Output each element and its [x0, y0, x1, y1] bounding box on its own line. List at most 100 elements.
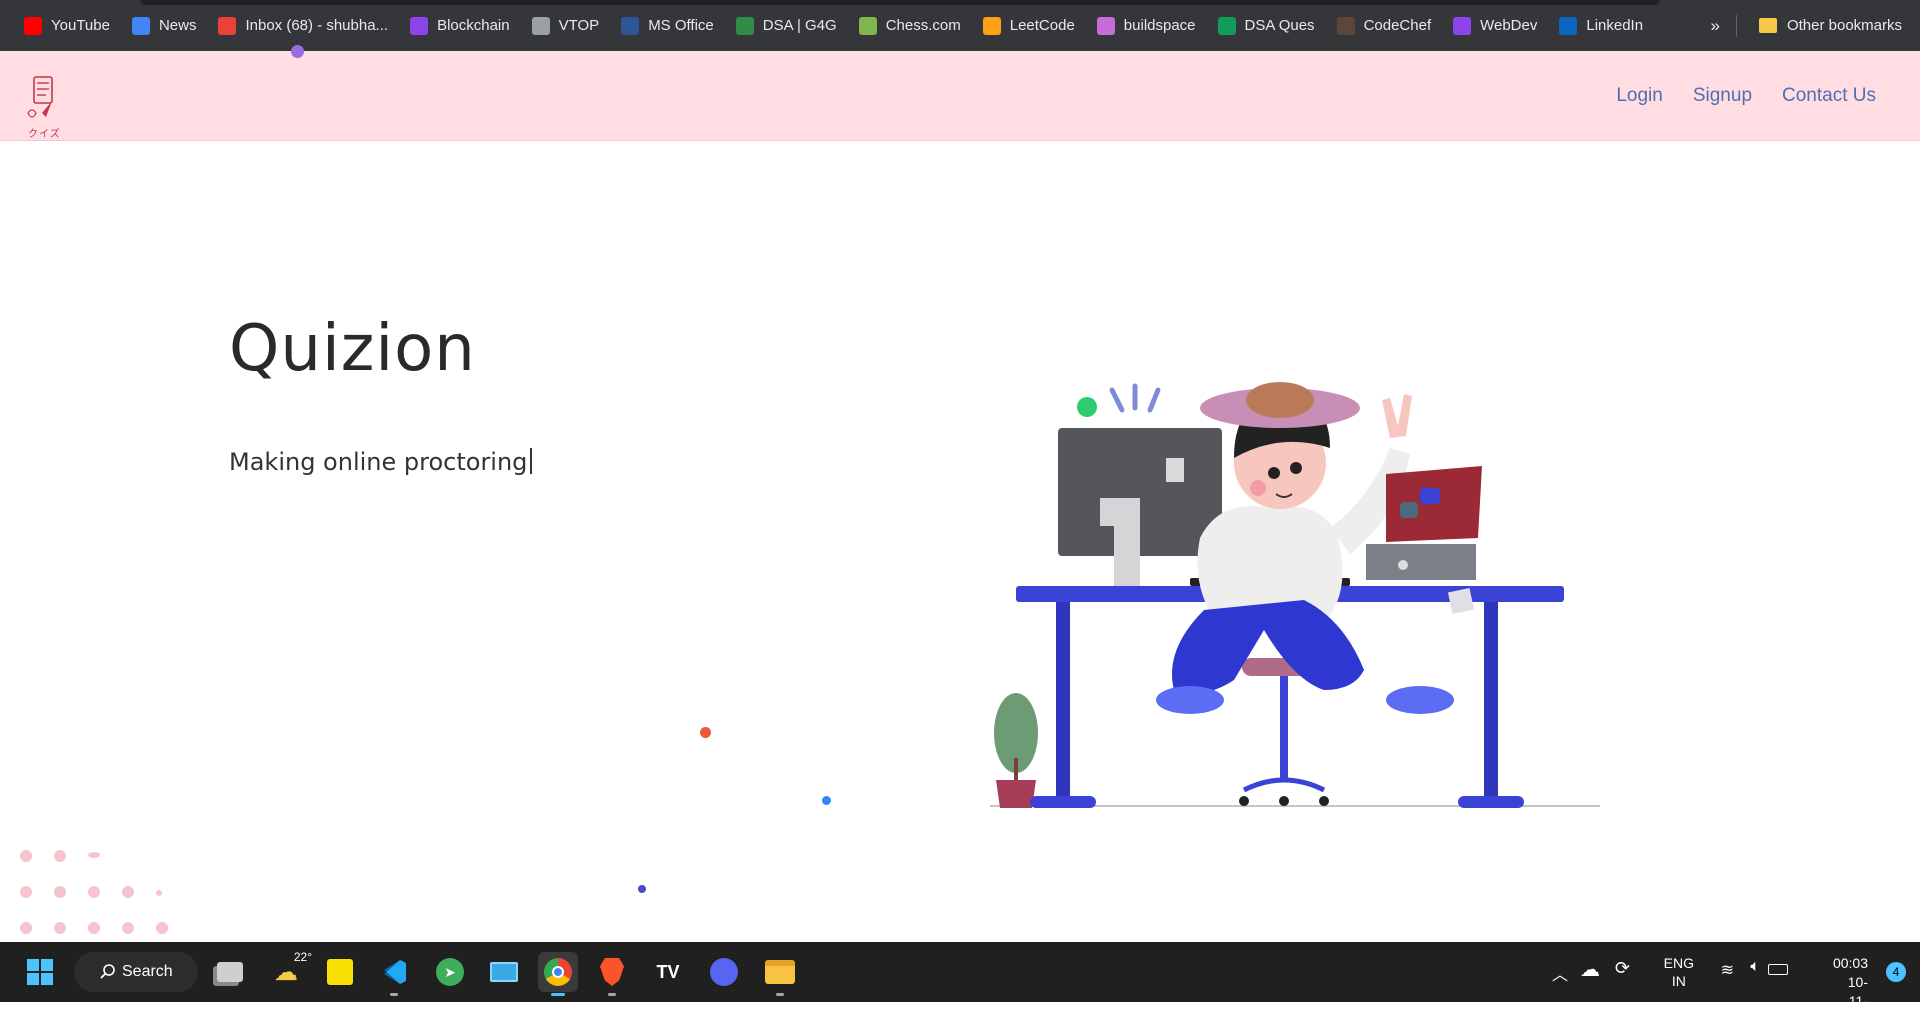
- bookmark-label: CodeChef: [1363, 17, 1432, 34]
- bookmark-vtop[interactable]: VTOP: [524, 9, 608, 43]
- wifi-icon[interactable]: ≋: [1721, 960, 1734, 980]
- monitor-icon: [490, 962, 518, 982]
- notification-badge[interactable]: 4: [1886, 962, 1906, 982]
- language-code: ENG: [1663, 955, 1694, 971]
- tradingview-app[interactable]: TV: [648, 952, 688, 992]
- region-code: IN: [1671, 973, 1686, 989]
- decor-dot-indigo: [638, 885, 646, 893]
- battery-icon[interactable]: [1768, 964, 1788, 975]
- bookmark-label: DSA | G4G: [762, 17, 837, 34]
- bookmark-chess-com[interactable]: Chess.com: [851, 9, 969, 43]
- bookmark-label: Blockchain: [437, 17, 510, 34]
- bookmark-label: Chess.com: [885, 17, 961, 34]
- bookmark-blockchain[interactable]: Blockchain: [402, 9, 518, 43]
- search-label: Search: [122, 963, 173, 980]
- divider: [1735, 14, 1737, 37]
- chevron-up-icon[interactable]: ︿: [1552, 961, 1568, 985]
- bookmark-youtube[interactable]: YouTube: [16, 9, 118, 43]
- bookmark-label: LinkedIn: [1586, 17, 1644, 34]
- sheets-icon: [1217, 16, 1236, 35]
- linkedin-icon: [1559, 16, 1578, 35]
- folder-icon: [1758, 18, 1777, 33]
- folder-icon: [765, 960, 795, 984]
- webdev-icon: [1453, 16, 1472, 35]
- decor-dot-orange: [700, 727, 711, 738]
- bookmark-codechef[interactable]: CodeChef: [1329, 9, 1440, 43]
- discord-app[interactable]: [704, 952, 744, 992]
- codechef-icon: [1336, 16, 1355, 35]
- onedrive-cloud-icon[interactable]: ☁: [1580, 957, 1600, 982]
- start-button[interactable]: [20, 952, 60, 992]
- clock[interactable]: 00:03 10-11-2022: [1833, 954, 1868, 1030]
- chess-icon: [858, 16, 877, 35]
- taskbar-search[interactable]: Search: [74, 952, 198, 992]
- bookmark-buildspace[interactable]: buildspace: [1089, 9, 1204, 43]
- bookmark-label: MS Office: [648, 17, 714, 34]
- google-news-icon: [131, 16, 150, 35]
- bookmark-label: WebDev: [1480, 17, 1538, 34]
- word-icon: [621, 16, 640, 35]
- sticky-notes-icon: [327, 959, 353, 985]
- gmail-icon: [218, 16, 237, 35]
- tradingview-icon: TV: [656, 961, 680, 982]
- typed-text: Making online proctoring: [229, 448, 528, 476]
- bookmark-label: DSA Ques: [1244, 17, 1315, 34]
- bookmark-dsa-ques[interactable]: DSA Ques: [1210, 9, 1323, 43]
- windows-taskbar: Search ☁ 22° ➤ TV ︿ ☁ ⟳ ENG IN ≋ 🔈︎ 00:0…: [0, 942, 1920, 1028]
- windows-logo-icon: [27, 959, 53, 985]
- bookmark-label: News: [158, 17, 197, 34]
- hero-illustration: [990, 382, 1600, 808]
- search-icon: [100, 964, 115, 979]
- clock-time: 00:03: [1832, 955, 1868, 971]
- bookmark-linkedin[interactable]: LinkedIn: [1551, 9, 1651, 43]
- volume-icon[interactable]: 🔈︎: [1750, 958, 1760, 976]
- bookmark-inbox-68-shubha[interactable]: Inbox (68) - shubha...: [210, 9, 396, 43]
- signup-link[interactable]: Signup: [1693, 85, 1752, 107]
- bookmark-label: VTOP: [558, 17, 600, 34]
- brave-lion-icon: [600, 958, 624, 986]
- leetcode-icon: [982, 16, 1001, 35]
- brave-app[interactable]: [592, 952, 632, 996]
- vscode-icon: [382, 960, 406, 984]
- bookmarks-bar: YouTube News Inbox (68) - shubha... Blockch…: [0, 0, 1920, 51]
- chrome-icon: [544, 958, 572, 986]
- other-bookmarks-button[interactable]: Other bookmarks: [1751, 9, 1910, 43]
- sync-icon[interactable]: ⟳: [1615, 958, 1630, 979]
- weather-widget[interactable]: ☁ 22°: [266, 950, 312, 992]
- bookmark-dsa-g4g[interactable]: DSA | G4G: [728, 9, 845, 43]
- file-explorer-app[interactable]: [760, 952, 800, 996]
- site-navbar: クイズ Login Signup Contact Us: [0, 51, 1920, 141]
- bookmark-label: buildspace: [1123, 17, 1196, 34]
- login-link[interactable]: Login: [1616, 85, 1663, 107]
- telegram-app[interactable]: ➤: [430, 952, 470, 992]
- contact-us-link[interactable]: Contact Us: [1782, 85, 1876, 107]
- chevron-double-right-icon[interactable]: »: [1710, 16, 1719, 36]
- hero-subtitle: Making online proctoring: [229, 448, 533, 476]
- tab-strip-edge: [140, 0, 1660, 5]
- logo-text: クイズ: [28, 129, 61, 140]
- decor-dot-purple: [291, 45, 304, 58]
- bookmarks-overflow: » Other bookmarks: [1710, 0, 1920, 51]
- other-bookmarks-label: Other bookmarks: [1786, 17, 1902, 34]
- task-view-button[interactable]: [210, 952, 250, 992]
- send-icon: ➤: [436, 958, 464, 986]
- chrome-app[interactable]: [538, 952, 578, 996]
- vscode-app[interactable]: [374, 952, 414, 996]
- youtube-icon: [24, 16, 42, 35]
- weather-temp: 22°: [293, 950, 312, 964]
- task-view-icon: [217, 962, 243, 982]
- bookmark-label: LeetCode: [1009, 17, 1075, 34]
- remote-desktop-app[interactable]: [484, 952, 524, 992]
- discord-icon: [710, 958, 738, 986]
- sticky-notes-app[interactable]: [320, 952, 360, 992]
- bookmark-leetcode[interactable]: LeetCode: [975, 9, 1083, 43]
- bookmark-ms-office[interactable]: MS Office: [613, 9, 722, 43]
- language-indicator[interactable]: ENG IN: [1664, 954, 1694, 990]
- bookmark-webdev[interactable]: WebDev: [1445, 9, 1545, 43]
- blockchain-icon: [410, 16, 429, 35]
- nav-links: Login Signup Contact Us: [1586, 51, 1876, 141]
- bookmark-news[interactable]: News: [124, 9, 205, 43]
- gfg-icon: [735, 16, 754, 35]
- hero-title: Quizion: [229, 312, 476, 386]
- buildspace-icon: [1096, 16, 1115, 35]
